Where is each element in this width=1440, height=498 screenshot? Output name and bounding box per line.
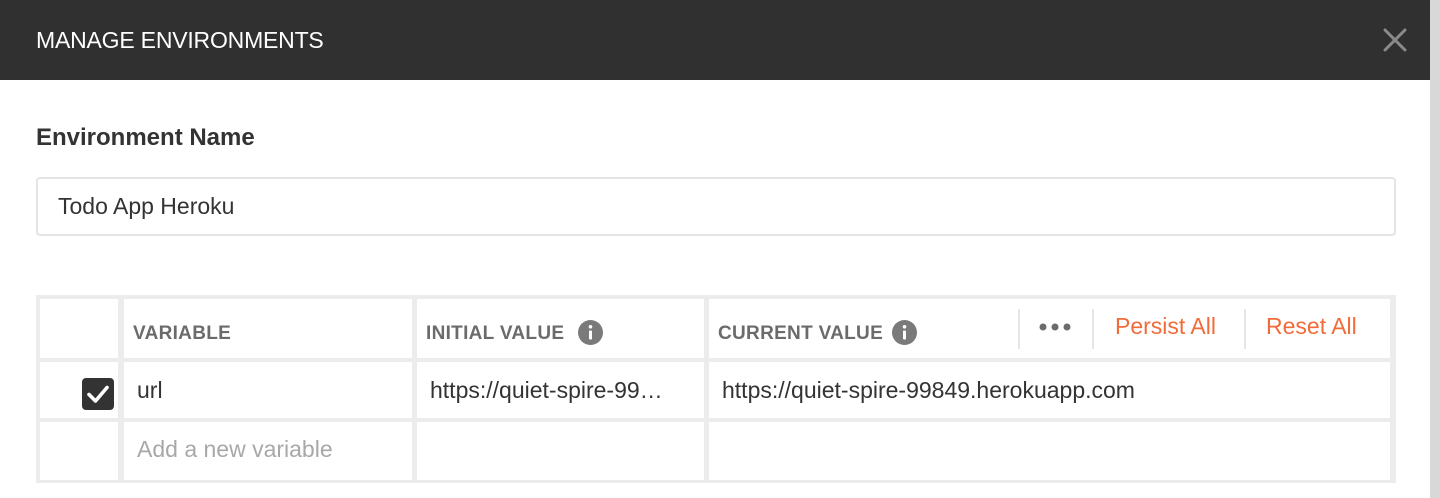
environment-name-label: Environment Name: [36, 124, 255, 151]
header-initial-value-cell: INITIAL VALUE: [417, 299, 704, 358]
modal-title: MANAGE ENVIRONMENTS: [36, 27, 324, 53]
header-variable-cell: VARIABLE: [124, 299, 412, 358]
current-value-cell[interactable]: https://quiet-spire-99849.herokuapp.com: [709, 362, 1390, 418]
initial-value-cell[interactable]: https://quiet-spire-99…: [417, 362, 704, 418]
row-enabled-checkbox[interactable]: [82, 378, 114, 410]
reset-all-button[interactable]: Reset All: [1266, 313, 1357, 340]
info-icon[interactable]: [892, 320, 917, 345]
column-header-initial-value: INITIAL VALUE: [426, 323, 565, 344]
persist-all-button[interactable]: Persist All: [1115, 313, 1216, 340]
modal-header: MANAGE ENVIRONMENTS: [0, 0, 1430, 80]
header-divider: [1018, 309, 1020, 349]
header-checkbox-cell: [40, 299, 118, 358]
column-header-variable: VARIABLE: [133, 323, 232, 344]
new-current-value-cell[interactable]: [709, 422, 1390, 480]
header-divider: [1244, 309, 1246, 349]
new-row-checkbox-cell: [40, 422, 118, 480]
current-value: https://quiet-spire-99849.herokuapp.com: [722, 377, 1135, 403]
variable-key: url: [137, 377, 163, 403]
new-variable-cell[interactable]: Add a new variable: [124, 422, 412, 480]
new-variable-placeholder: Add a new variable: [137, 436, 333, 462]
initial-value: https://quiet-spire-99…: [430, 377, 663, 403]
manage-environments-modal: MANAGE ENVIRONMENTS Environment Name VAR…: [0, 0, 1430, 498]
environment-name-input[interactable]: [36, 177, 1396, 236]
header-divider: [1092, 309, 1094, 349]
close-icon[interactable]: [1379, 24, 1411, 56]
variable-key-cell[interactable]: url: [124, 362, 412, 418]
new-initial-value-cell[interactable]: [417, 422, 704, 480]
row-checkbox-cell: [40, 362, 118, 418]
variables-table: VARIABLE INITIAL VALUE CURRENT VALUE Per…: [36, 295, 1396, 483]
column-header-current-value: CURRENT VALUE: [718, 323, 884, 344]
page-scrollbar[interactable]: [1430, 0, 1440, 498]
more-options-icon[interactable]: [1036, 312, 1074, 342]
info-icon[interactable]: [578, 320, 603, 345]
